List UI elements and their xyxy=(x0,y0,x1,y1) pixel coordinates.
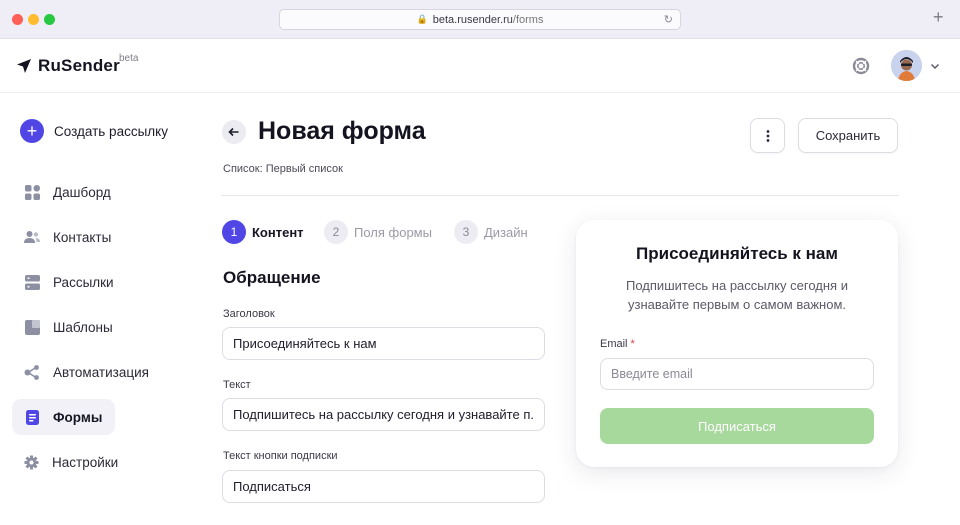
sidebar-item-label: Шаблоны xyxy=(53,319,113,335)
more-options-button[interactable] xyxy=(750,118,785,153)
preview-email-input[interactable] xyxy=(600,358,874,390)
sidebar-item-label: Формы xyxy=(53,409,103,425)
sidebar-item-label: Настройки xyxy=(52,454,119,470)
maximize-window-button[interactable] xyxy=(44,14,55,25)
text-input[interactable] xyxy=(222,398,545,431)
step-content[interactable]: 1 Контент xyxy=(222,220,304,244)
step-number: 3 xyxy=(454,220,478,244)
dashboard-icon xyxy=(24,184,40,200)
button-text-input[interactable] xyxy=(222,470,545,503)
sidebar-item-label: Контакты xyxy=(53,229,112,245)
arrow-left-icon xyxy=(228,127,239,137)
minimize-window-button[interactable] xyxy=(28,14,39,25)
sidebar-item-label: Рассылки xyxy=(53,274,114,290)
sidebar: + Создать рассылку Дашборд Контакты Расс… xyxy=(0,94,200,525)
sidebar-item-label: Дашборд xyxy=(53,184,111,200)
templates-icon xyxy=(24,319,40,335)
logo-arrow-icon xyxy=(17,59,31,73)
sidebar-item-automation[interactable]: Автоматизация xyxy=(12,354,149,390)
preview-email-label: Email * xyxy=(600,338,635,350)
sidebar-item-dashboard[interactable]: Дашборд xyxy=(12,174,115,210)
browser-toolbar: 🔒 beta.rusender.ru/forms ↻ + xyxy=(0,0,960,39)
plus-icon: + xyxy=(20,119,44,143)
sidebar-item-campaigns[interactable]: Рассылки xyxy=(12,264,115,300)
heading-field-label: Заголовок xyxy=(223,308,275,320)
step-number: 2 xyxy=(324,220,348,244)
new-tab-icon[interactable]: + xyxy=(933,8,944,26)
sidebar-item-label: Автоматизация xyxy=(53,364,149,380)
save-button[interactable]: Сохранить xyxy=(798,118,898,153)
close-window-button[interactable] xyxy=(12,14,23,25)
required-mark: * xyxy=(630,338,635,350)
sidebar-item-contacts[interactable]: Контакты xyxy=(12,219,115,255)
gear-icon xyxy=(24,454,39,470)
logo[interactable]: RuSender beta xyxy=(16,53,138,76)
heading-input[interactable] xyxy=(222,327,545,360)
form-preview-card: Присоединяйтесь к нам Подпишитесь на рас… xyxy=(576,220,898,467)
step-form-fields[interactable]: 2 Поля формы xyxy=(324,220,432,244)
text-field-label: Текст xyxy=(223,379,251,391)
campaigns-icon xyxy=(24,274,40,290)
back-button[interactable] xyxy=(222,120,246,144)
preview-description: Подпишитесь на рассылку сегодня и узнава… xyxy=(626,278,848,312)
create-campaign-button[interactable]: + Создать рассылку xyxy=(20,119,168,143)
divider xyxy=(222,195,898,196)
more-vertical-icon xyxy=(766,129,769,142)
page-title: Новая форма xyxy=(258,117,426,145)
reload-icon[interactable]: ↻ xyxy=(664,13,673,26)
button-text-field-label: Текст кнопки подписки xyxy=(223,450,338,462)
avatar-image xyxy=(891,50,922,81)
section-title: Обращение xyxy=(223,268,321,287)
preview-subscribe-button[interactable]: Подписаться xyxy=(600,408,874,444)
step-design[interactable]: 3 Дизайн xyxy=(454,220,528,244)
avatar[interactable] xyxy=(891,50,922,81)
url-path: /forms xyxy=(512,13,544,26)
app-header: RuSender beta xyxy=(0,39,960,93)
address-bar[interactable]: 🔒 beta.rusender.ru/forms ↻ xyxy=(279,9,681,30)
help-lifebuoy-icon[interactable] xyxy=(852,57,870,75)
sidebar-item-templates[interactable]: Шаблоны xyxy=(12,309,115,345)
step-number: 1 xyxy=(222,220,246,244)
email-label-text: Email xyxy=(600,338,628,350)
lock-icon: 🔒 xyxy=(416,14,428,24)
step-label: Контент xyxy=(252,224,304,240)
logo-text: RuSender xyxy=(38,56,120,75)
step-label: Поля формы xyxy=(354,224,432,240)
create-campaign-label: Создать рассылку xyxy=(54,123,168,139)
chevron-down-icon[interactable] xyxy=(929,60,941,72)
url-host: beta.rusender.ru xyxy=(432,13,513,26)
list-info: Список: Первый список xyxy=(223,163,343,175)
sidebar-item-forms[interactable]: Формы xyxy=(12,399,115,435)
preview-title: Присоединяйтесь к нам xyxy=(636,244,838,263)
contacts-icon xyxy=(24,229,40,245)
step-label: Дизайн xyxy=(484,224,528,240)
sidebar-item-settings[interactable]: Настройки xyxy=(12,444,119,480)
automation-icon xyxy=(24,364,40,380)
forms-icon xyxy=(24,409,40,425)
logo-beta-badge: beta xyxy=(119,53,139,64)
